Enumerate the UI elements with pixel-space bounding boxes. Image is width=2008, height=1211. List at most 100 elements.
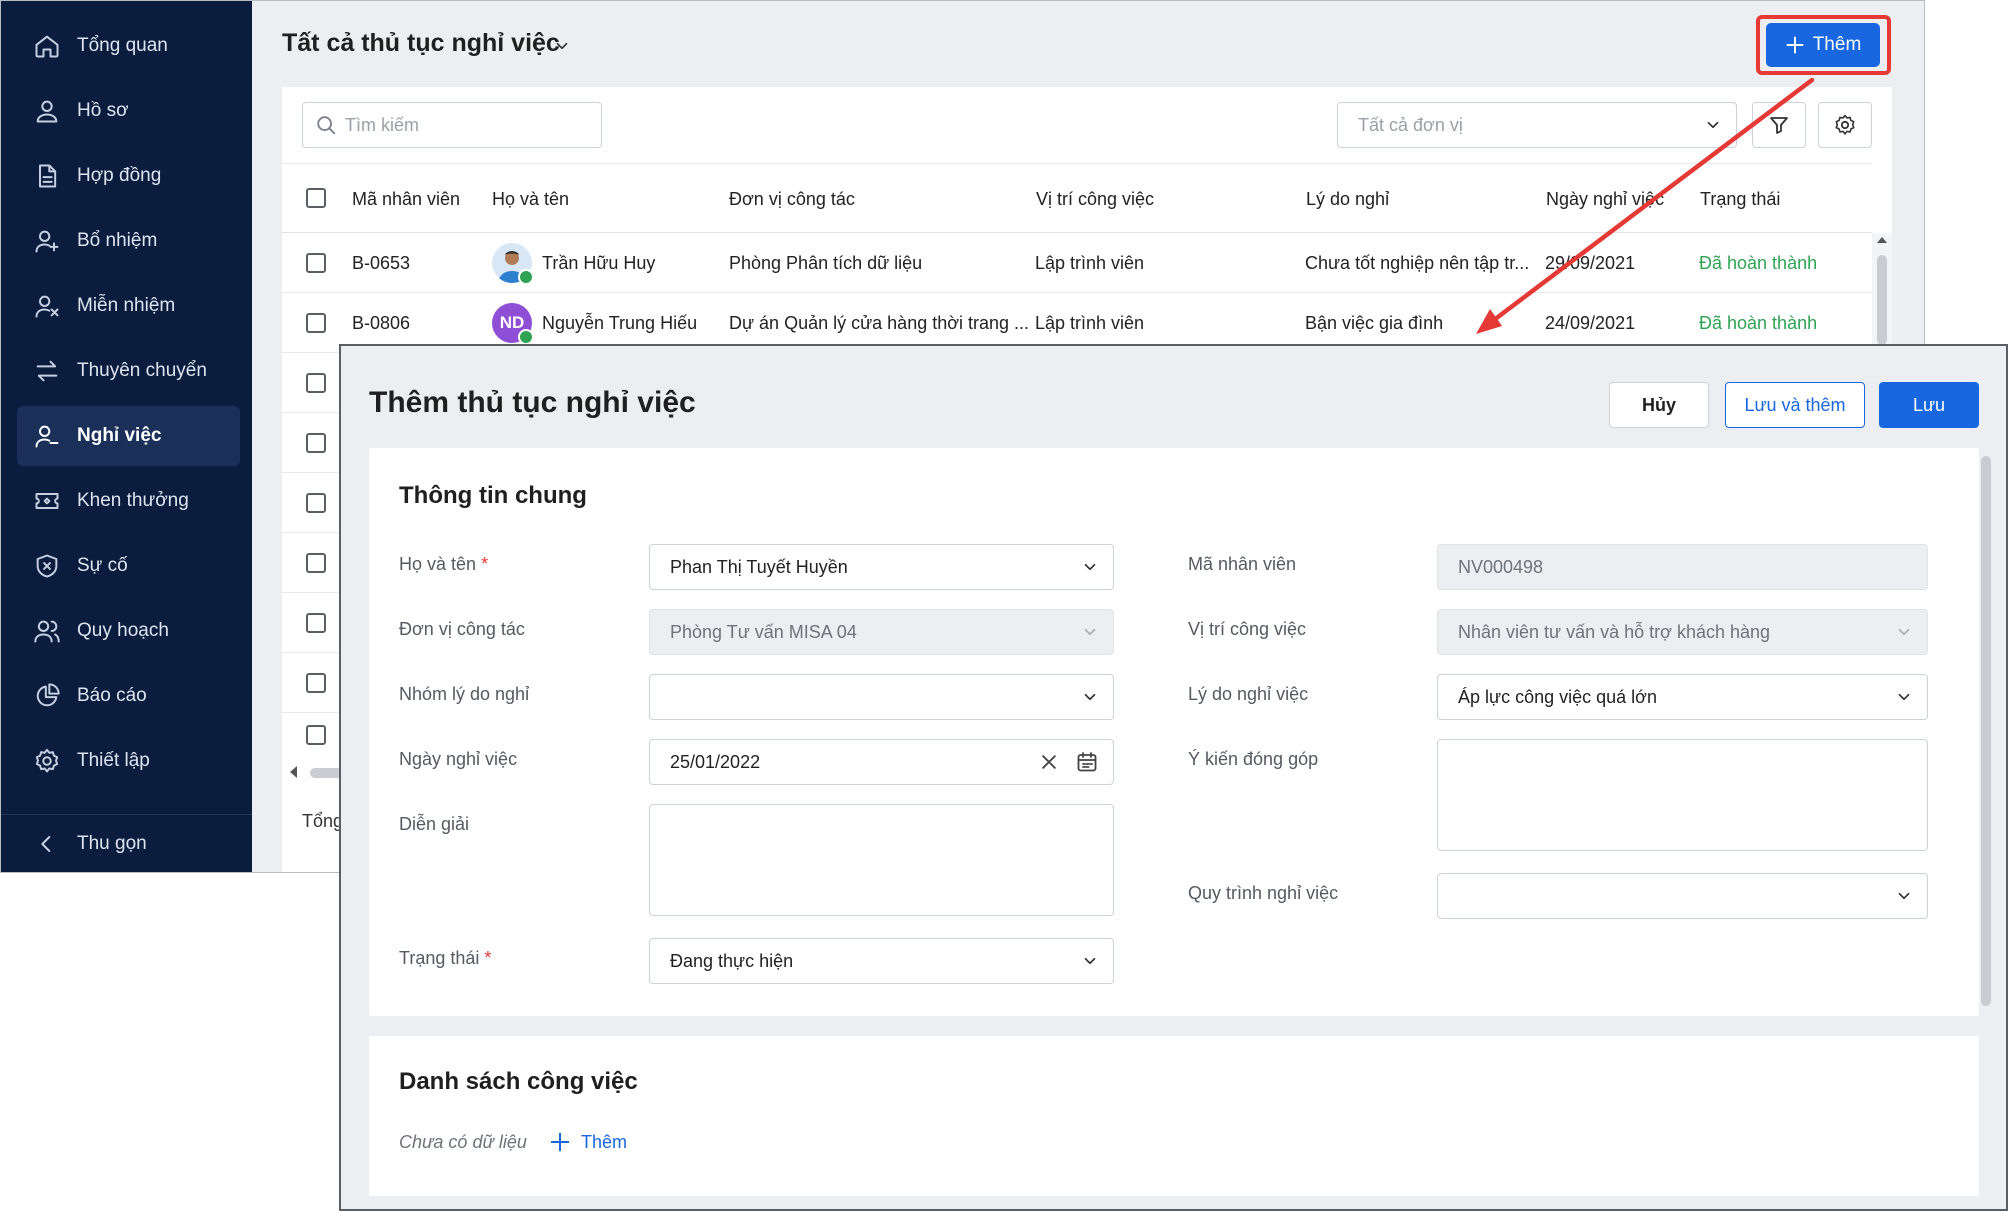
add-button[interactable]: Thêm	[1766, 23, 1880, 67]
full-name-label: Họ và tên *	[399, 554, 489, 574]
cancel-button[interactable]: Hủy	[1609, 382, 1709, 428]
unit-select: Phòng Tư vấn MISA 04	[649, 609, 1114, 655]
add-button-label: Thêm	[1812, 34, 1862, 55]
sidebar-item-label: Hợp đồng	[77, 165, 162, 186]
user-leave-icon	[17, 406, 77, 466]
process-select[interactable]	[1437, 873, 1928, 919]
chevron-down-icon	[1081, 623, 1099, 641]
position-label: Vị trí công việc	[1188, 619, 1307, 639]
sidebar-item-incident[interactable]: Sự cố	[17, 536, 240, 596]
sidebar-item-label: Tổng quan	[77, 35, 168, 56]
status-select[interactable]: Đang thực hiện	[649, 938, 1114, 984]
sidebar-item-resignation[interactable]: Nghỉ việc	[17, 406, 240, 466]
search-box[interactable]	[302, 102, 602, 148]
users-icon	[17, 601, 77, 661]
row-checkbox[interactable]	[306, 313, 326, 333]
position-select: Nhân viên tư vấn và hỗ trợ khách hàng	[1437, 609, 1928, 655]
collapse-label: Thu gọn	[77, 833, 147, 854]
ticket-icon	[17, 471, 77, 531]
section-title: Thông tin chung	[399, 482, 587, 509]
chevron-down-icon	[1081, 688, 1099, 706]
scrollbar-thumb[interactable]	[1877, 255, 1887, 345]
sidebar-item-overview[interactable]: Tổng quan	[17, 16, 240, 76]
sidebar-item-settings[interactable]: Thiết lập	[17, 731, 240, 791]
description-textarea[interactable]	[649, 804, 1114, 916]
row-checkbox[interactable]	[306, 553, 326, 573]
sidebar-item-label: Quy hoạch	[77, 620, 169, 641]
employee-code-value: NV000498	[1458, 556, 1544, 577]
reason-select[interactable]: Áp lực công việc quá lớn	[1437, 674, 1928, 720]
sidebar-item-label: Miễn nhiệm	[77, 295, 176, 316]
row-checkbox[interactable]	[306, 253, 326, 273]
sidebar-item-planning[interactable]: Quy hoạch	[17, 601, 240, 661]
date-label: Ngày nghỉ việc	[399, 749, 518, 769]
transfer-icon	[17, 341, 77, 401]
unit-label: Đơn vị công tác	[399, 619, 525, 639]
chevron-down-icon[interactable]	[553, 37, 571, 55]
column-header[interactable]: Trạng thái	[1700, 164, 1780, 234]
shield-alert-icon	[17, 536, 77, 596]
collapse-button[interactable]: Thu gọn	[17, 814, 240, 872]
sidebar-item-label: Nghỉ việc	[77, 425, 162, 446]
clear-icon[interactable]	[1039, 752, 1059, 772]
row-checkbox[interactable]	[306, 725, 326, 745]
document-icon	[17, 146, 77, 206]
sidebar-item-label: Bổ nhiệm	[77, 230, 158, 251]
sidebar-item-report[interactable]: Báo cáo	[17, 666, 240, 726]
column-header[interactable]: Lý do nghỉ	[1306, 164, 1389, 234]
calendar-icon[interactable]	[1075, 750, 1099, 774]
reason-group-label: Nhóm lý do nghỉ	[399, 684, 530, 704]
sidebar-item-label: Khen thưởng	[77, 490, 189, 511]
process-label: Quy trình nghỉ việc	[1188, 883, 1339, 903]
gear-icon	[1833, 113, 1857, 137]
resignation-date: 29/09/2021	[1545, 252, 1636, 273]
sidebar-item-reward[interactable]: Khen thưởng	[17, 471, 240, 531]
chevron-down-icon	[1081, 952, 1099, 970]
chevron-down-icon	[1895, 688, 1913, 706]
add-task-button[interactable]: Thêm	[549, 1126, 627, 1158]
filter-button[interactable]	[1752, 102, 1806, 148]
column-header[interactable]: Đơn vị công tác	[729, 164, 855, 234]
pie-chart-icon	[17, 666, 77, 726]
full-name-select[interactable]: Phan Thị Tuyết Huyền	[649, 544, 1114, 590]
reason-group-select[interactable]	[649, 674, 1114, 720]
page-title[interactable]: Tất cả thủ tục nghỉ việc	[282, 29, 560, 58]
dialog-scrollbar[interactable]	[1981, 456, 1991, 1006]
sidebar-item-profile[interactable]: Hồ sơ	[17, 81, 240, 141]
save-button[interactable]: Lưu	[1879, 382, 1979, 428]
row-checkbox[interactable]	[306, 493, 326, 513]
column-header[interactable]: Mã nhân viên	[352, 164, 460, 234]
full-name-value: Phan Thị Tuyết Huyền	[670, 556, 848, 577]
sidebar-item-contract[interactable]: Hợp đồng	[17, 146, 240, 206]
column-header[interactable]: Vị trí công việc	[1036, 164, 1154, 234]
table-row[interactable]: B-0653 Trần Hữu Huy Phòng Phân tích dữ l…	[282, 233, 1872, 293]
empty-state-text: Chưa có dữ liệu	[399, 1132, 527, 1152]
sidebar-item-dismissal[interactable]: Miễn nhiệm	[17, 276, 240, 336]
status-label: Trạng thái *	[399, 948, 492, 968]
select-all-checkbox[interactable]	[306, 188, 326, 208]
online-badge	[518, 269, 534, 285]
unit-filter-select[interactable]: Tất cả đơn vị	[1337, 102, 1737, 148]
reason-value: Áp lực công việc quá lớn	[1458, 686, 1657, 707]
feedback-textarea[interactable]	[1437, 739, 1928, 851]
unit-filter-value: Tất cả đơn vị	[1358, 114, 1463, 135]
column-header[interactable]: Họ và tên	[492, 164, 569, 234]
row-checkbox[interactable]	[306, 373, 326, 393]
column-header[interactable]: Ngày nghỉ việc	[1546, 164, 1664, 234]
plus-icon	[1785, 35, 1805, 55]
row-checkbox[interactable]	[306, 673, 326, 693]
sidebar-item-transfer[interactable]: Thuyên chuyển	[17, 341, 240, 401]
date-field[interactable]: 25/01/2022	[649, 739, 1114, 785]
scroll-up-icon[interactable]	[1875, 233, 1889, 247]
save-and-add-button[interactable]: Lưu và thêm	[1725, 382, 1865, 428]
sidebar-item-appointment[interactable]: Bổ nhiệm	[17, 211, 240, 271]
row-checkbox[interactable]	[306, 433, 326, 453]
user-plus-icon	[17, 211, 77, 271]
scroll-left-icon[interactable]	[288, 765, 300, 779]
search-input[interactable]	[345, 114, 585, 136]
date-value: 25/01/2022	[670, 751, 761, 772]
row-checkbox[interactable]	[306, 613, 326, 633]
settings-button[interactable]	[1818, 102, 1872, 148]
employee-id: B-0653	[352, 252, 411, 273]
sidebar-item-label: Báo cáo	[77, 685, 147, 706]
